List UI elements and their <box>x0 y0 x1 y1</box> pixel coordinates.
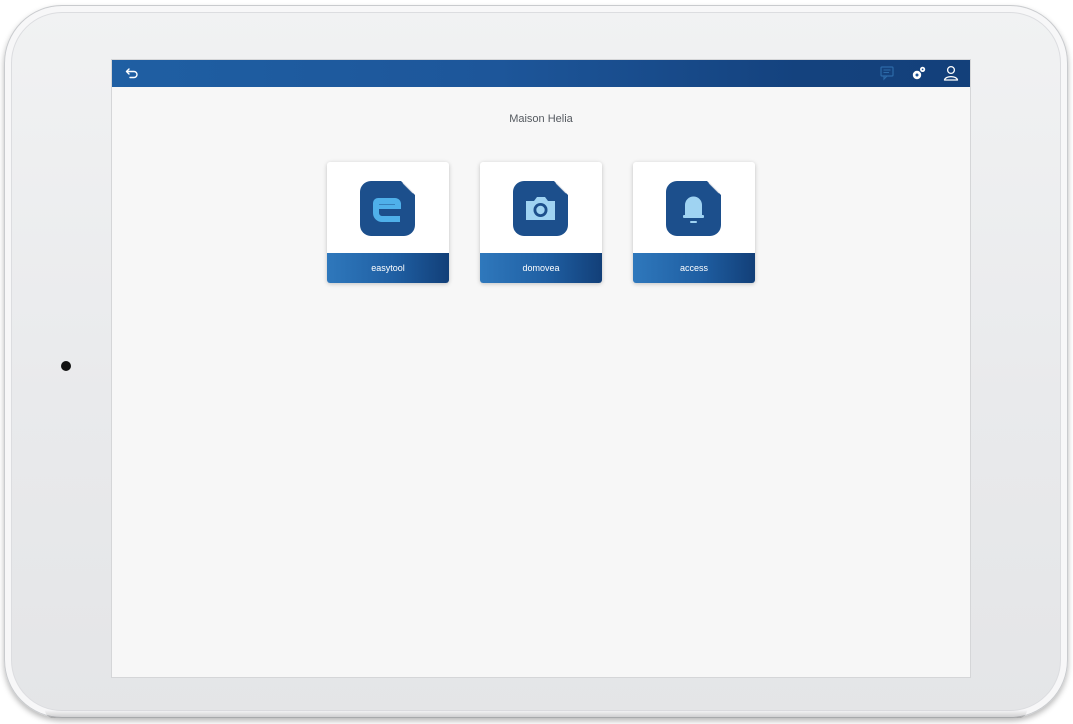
top-bar-actions <box>878 64 960 82</box>
app-screen: Maison Helia easytool domovea access <box>112 60 970 677</box>
user-icon[interactable] <box>942 64 960 82</box>
app-tile-access[interactable]: access <box>633 162 755 283</box>
app-label: easytool <box>327 253 449 283</box>
app-tile-domovea[interactable]: domovea <box>480 162 602 283</box>
easytool-e-icon <box>360 181 415 236</box>
tablet-shadow <box>45 710 1027 718</box>
back-icon[interactable] <box>124 65 140 81</box>
settings-gear-icon[interactable] <box>910 64 928 82</box>
house-title: Maison Helia <box>509 113 573 125</box>
message-icon[interactable] <box>878 64 896 82</box>
app-label: domovea <box>480 253 602 283</box>
app-grid: easytool domovea access <box>327 162 755 283</box>
app-label: access <box>633 253 755 283</box>
bell-icon <box>666 181 721 236</box>
viewport: Maison Helia easytool domovea access <box>0 0 1073 724</box>
camera-icon <box>513 181 568 236</box>
front-camera <box>61 361 71 371</box>
app-tile-easytool[interactable]: easytool <box>327 162 449 283</box>
top-bar <box>112 60 970 87</box>
